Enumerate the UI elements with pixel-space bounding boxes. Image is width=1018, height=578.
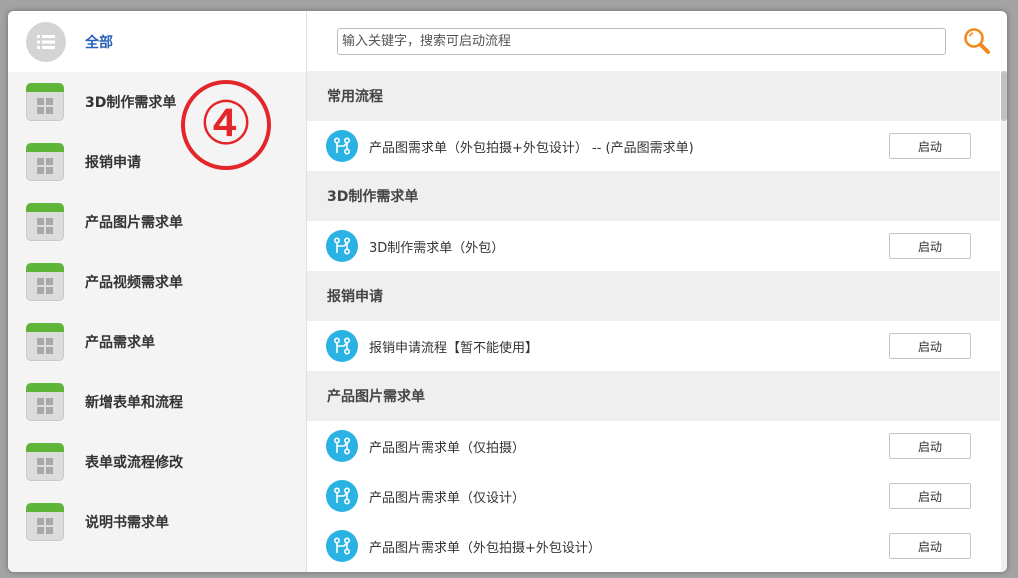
sidebar-item-label: 产品需求单 <box>85 335 155 351</box>
section-title: 产品图片需求单 <box>307 371 1000 421</box>
form-icon <box>26 263 64 301</box>
start-button[interactable]: 启动 <box>889 533 971 559</box>
flow-label: 报销申请流程【暂不能使用】 <box>369 340 539 356</box>
start-button[interactable]: 启动 <box>889 333 971 359</box>
form-icon <box>26 503 64 541</box>
sidebar-item-product[interactable]: 产品需求单 <box>8 312 306 372</box>
list-item: 产品图需求单（外包拍摄+外包设计） -- (产品图需求单) 启动 <box>307 121 1000 171</box>
sidebar-item-form-modify[interactable]: 表单或流程修改 <box>8 432 306 492</box>
start-button[interactable]: 启动 <box>889 433 971 459</box>
section-title: 常用流程 <box>307 71 1000 121</box>
list-item: 3D制作需求单（外包） 启动 <box>307 221 1000 271</box>
sidebar-item-new-form[interactable]: 新增表单和流程 <box>8 372 306 432</box>
sidebar-item-label: 3D制作需求单 <box>85 95 177 111</box>
sidebar-item-label: 产品图片需求单 <box>85 215 183 231</box>
list-item: 产品图片需求单（外包拍摄+外包设计） 启动 <box>307 521 1000 571</box>
form-icon <box>26 323 64 361</box>
flow-icon <box>326 430 358 462</box>
sidebar-item-label: 报销申请 <box>85 155 141 171</box>
list-icon <box>26 21 66 62</box>
sidebar-item-label: 表单或流程修改 <box>85 455 183 471</box>
list-item: 产品图片需求单（仅拍摄） 启动 <box>307 421 1000 471</box>
flow-label: 产品图片需求单（外包拍摄+外包设计） <box>369 540 601 556</box>
flow-label: 产品图片需求单（仅拍摄） <box>369 440 526 456</box>
search-bar <box>307 11 1007 71</box>
flow-list: 常用流程 产品图需求单（外包拍摄+外包设计） -- (产品图需求单) 启动 3D… <box>307 71 1000 572</box>
flow-icon <box>326 230 358 262</box>
form-icon <box>26 443 64 481</box>
flow-icon <box>326 530 358 562</box>
step-marker: ④ <box>181 80 271 170</box>
sidebar-item-label: 说明书需求单 <box>85 515 169 531</box>
flow-label: 3D制作需求单（外包） <box>369 240 505 256</box>
search-icon[interactable] <box>962 26 992 56</box>
form-icon <box>26 143 64 181</box>
sidebar-item-product-video[interactable]: 产品视频需求单 <box>8 252 306 312</box>
section-title: 报销申请 <box>307 271 1000 321</box>
start-flow-dialog: 全部 3D制作需求单 报销申请 产品图片需求单 产品视频需求单 产品需求单 新增… <box>8 11 1007 572</box>
flow-label: 产品图片需求单（仅设计） <box>369 490 526 506</box>
scrollbar-thumb[interactable] <box>1001 71 1007 121</box>
form-icon <box>26 203 64 241</box>
form-icon <box>26 83 64 121</box>
start-button[interactable]: 启动 <box>889 133 971 159</box>
list-item: 产品图片需求单（仅设计） 启动 <box>307 471 1000 521</box>
list-item: 报销申请流程【暂不能使用】 启动 <box>307 321 1000 371</box>
start-button[interactable]: 启动 <box>889 483 971 509</box>
search-input[interactable] <box>337 27 946 55</box>
sidebar-item-label: 全部 <box>85 34 113 51</box>
sidebar-item-product-image[interactable]: 产品图片需求单 <box>8 192 306 252</box>
flow-icon <box>326 480 358 512</box>
sidebar-item-label: 新增表单和流程 <box>85 395 183 411</box>
form-icon <box>26 383 64 421</box>
category-sidebar: 全部 3D制作需求单 报销申请 产品图片需求单 产品视频需求单 产品需求单 新增… <box>8 11 307 572</box>
flow-icon <box>326 130 358 162</box>
sidebar-item-manual[interactable]: 说明书需求单 <box>8 492 306 552</box>
scrollbar[interactable] <box>1001 71 1007 572</box>
flow-icon <box>326 330 358 362</box>
start-button[interactable]: 启动 <box>889 233 971 259</box>
section-title: 3D制作需求单 <box>307 171 1000 221</box>
flow-panel: 常用流程 产品图需求单（外包拍摄+外包设计） -- (产品图需求单) 启动 3D… <box>307 11 1007 572</box>
flow-label: 产品图需求单（外包拍摄+外包设计） -- (产品图需求单) <box>369 140 694 156</box>
sidebar-item-all[interactable]: 全部 <box>8 11 306 72</box>
sidebar-item-label: 产品视频需求单 <box>85 275 183 291</box>
